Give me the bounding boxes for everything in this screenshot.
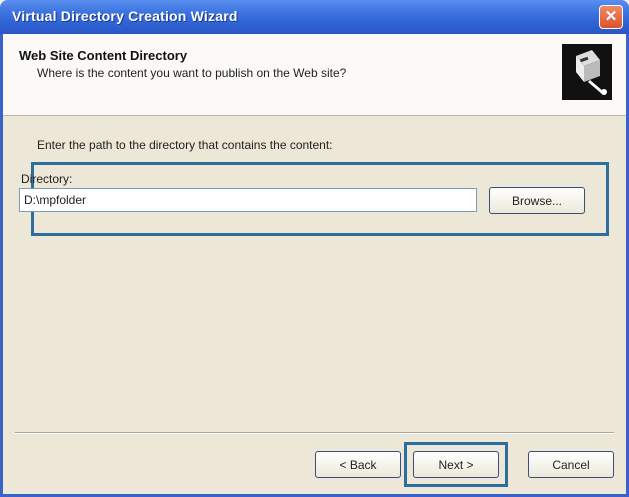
page-subtitle: Where is the content you want to publish… [37,66,347,80]
title-bar[interactable]: Virtual Directory Creation Wizard ✕ [0,0,629,34]
wizard-content: Enter the path to the directory that con… [3,116,626,432]
wizard-header: Web Site Content Directory Where is the … [3,34,626,116]
directory-path-input[interactable] [19,188,477,212]
page-title: Web Site Content Directory [19,48,188,63]
instruction-text: Enter the path to the directory that con… [37,138,333,152]
wizard-footer: < Back Next > Cancel [3,434,626,494]
directory-label: Directory: [21,172,72,186]
back-button[interactable]: < Back [315,451,401,478]
browse-button[interactable]: Browse... [489,187,585,214]
wizard-icon [562,44,612,100]
close-button[interactable]: ✕ [599,5,623,29]
directory-label-text: Directory: [21,172,73,186]
window-title: Virtual Directory Creation Wizard [12,8,238,24]
cancel-button[interactable]: Cancel [528,451,614,478]
next-button[interactable]: Next > [413,451,499,478]
wizard-window: Virtual Directory Creation Wizard ✕ Web … [0,0,629,497]
